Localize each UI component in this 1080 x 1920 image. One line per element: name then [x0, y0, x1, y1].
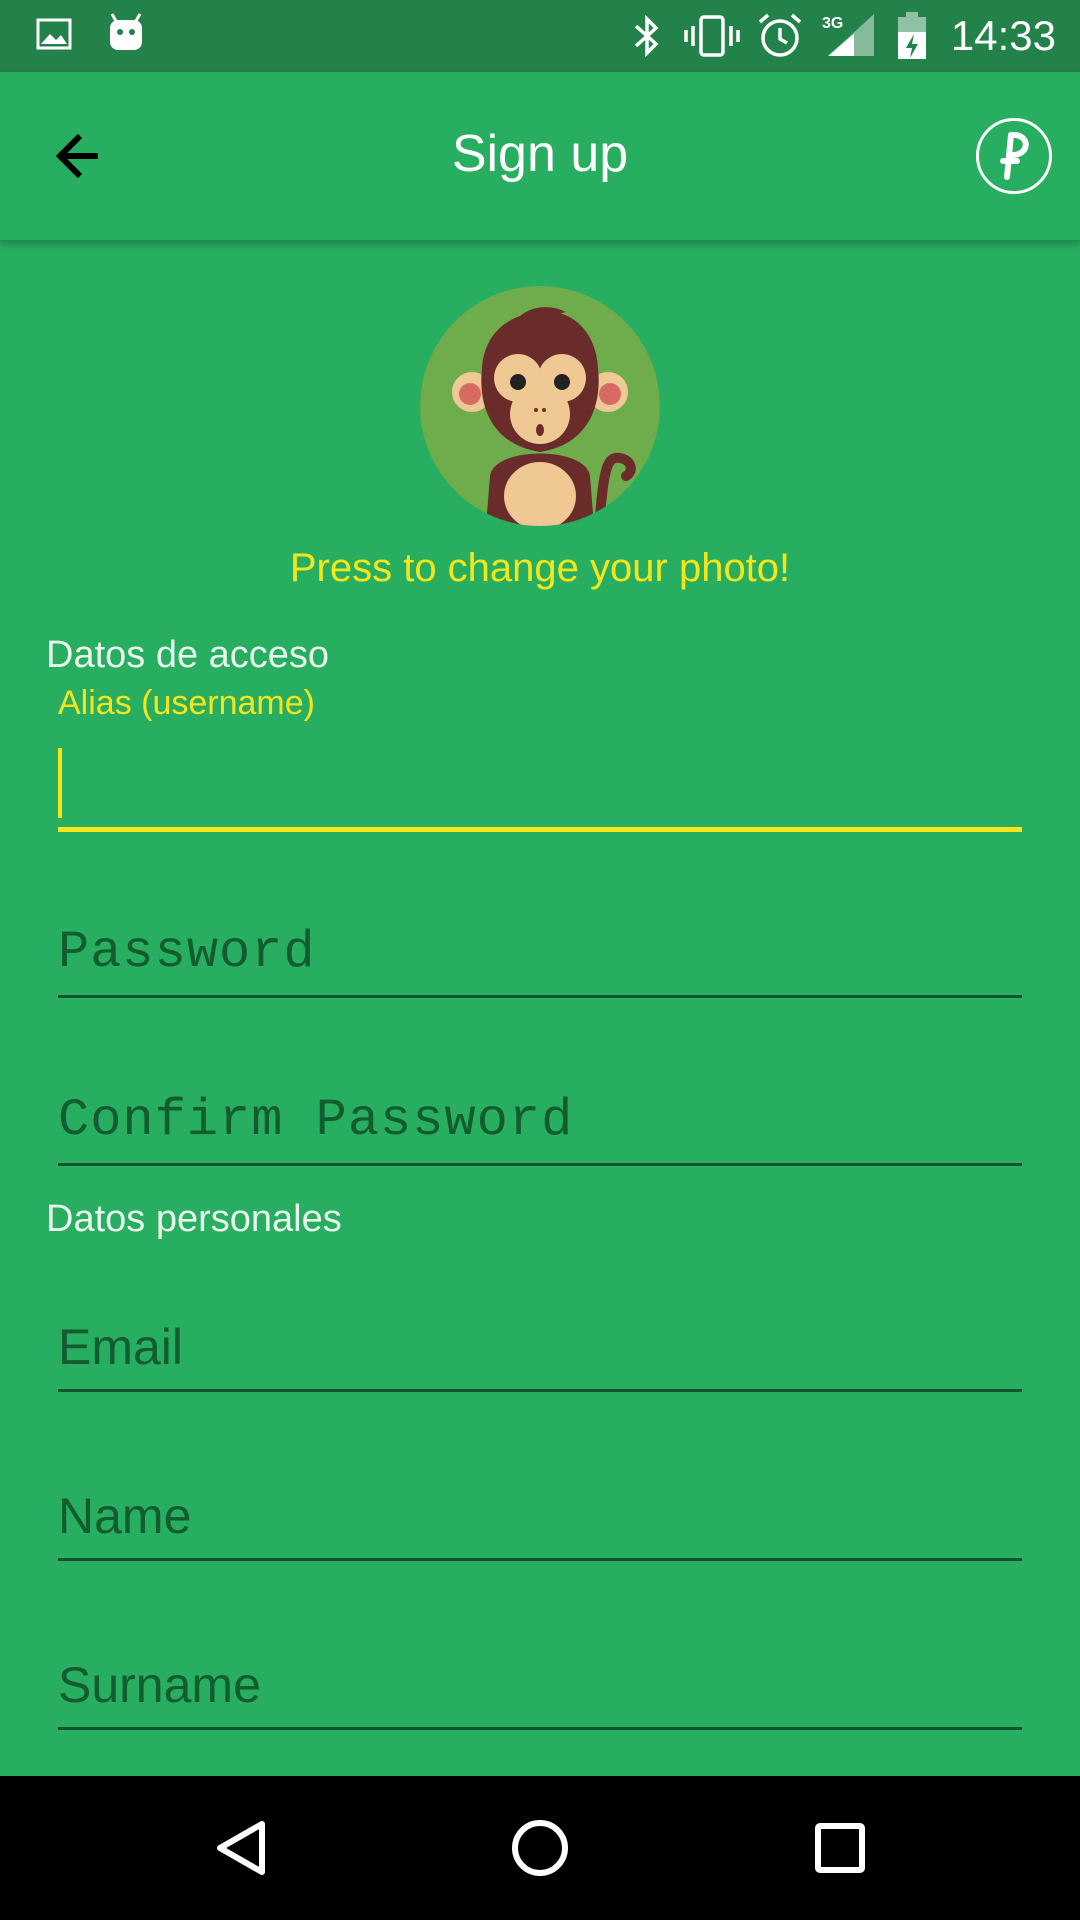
recents-square-icon	[790, 1823, 890, 1902]
password-input[interactable]: Password	[58, 900, 1022, 998]
nav-back-button[interactable]	[190, 1798, 290, 1898]
alarm-icon	[756, 12, 804, 65]
back-triangle-icon	[190, 1821, 290, 1902]
name-input[interactable]: Name	[58, 1463, 1022, 1561]
email-underline	[58, 1389, 1022, 1392]
confirm-password-placeholder: Confirm Password	[58, 1091, 574, 1150]
vibrate-icon	[684, 14, 740, 63]
status-time: 14:33	[950, 12, 1056, 59]
section-title-personal: Datos personales	[46, 1198, 342, 1240]
nav-recents-button[interactable]	[790, 1798, 890, 1898]
bluetooth-icon	[632, 14, 662, 63]
system-nav-bar	[0, 1776, 1080, 1920]
name-underline	[58, 1558, 1022, 1561]
home-circle-icon	[490, 1820, 590, 1902]
arrow-back-icon	[40, 133, 128, 200]
surname-placeholder: Surname	[58, 1657, 261, 1713]
app-bar: Sign up	[0, 72, 1080, 240]
page-title: Sign up	[451, 125, 629, 183]
battery-icon	[896, 12, 928, 65]
alias-label: Alias (username)	[58, 684, 315, 722]
profile-avatar[interactable]	[420, 286, 660, 526]
confirm-password-input[interactable]: Confirm Password	[58, 1068, 1022, 1166]
alias-input[interactable]	[58, 736, 1022, 832]
name-placeholder: Name	[58, 1488, 192, 1544]
alias-underline	[58, 827, 1022, 832]
monkey-avatar	[420, 286, 660, 526]
section-title-access: Datos de acceso	[46, 634, 330, 676]
surname-underline	[58, 1727, 1022, 1730]
confirm-password-underline	[58, 1163, 1022, 1166]
android-icon	[106, 12, 146, 59]
svg-text:3G: 3G	[822, 15, 843, 32]
nav-home-button[interactable]	[490, 1798, 590, 1898]
password-underline	[58, 995, 1022, 998]
status-bar: 3G 14:33	[0, 0, 1080, 72]
image-icon	[36, 16, 72, 57]
surname-input[interactable]: Surname	[58, 1632, 1022, 1730]
app-logo-icon	[979, 131, 1049, 195]
email-placeholder: Email	[58, 1319, 184, 1375]
email-input[interactable]: Email	[58, 1294, 1022, 1392]
app-logo-button[interactable]	[976, 118, 1052, 194]
change-photo-hint[interactable]: Press to change your photo!	[0, 546, 1080, 591]
password-placeholder: Password	[58, 923, 316, 982]
text-cursor	[58, 748, 62, 818]
signal-3g-icon: 3G	[822, 12, 876, 63]
